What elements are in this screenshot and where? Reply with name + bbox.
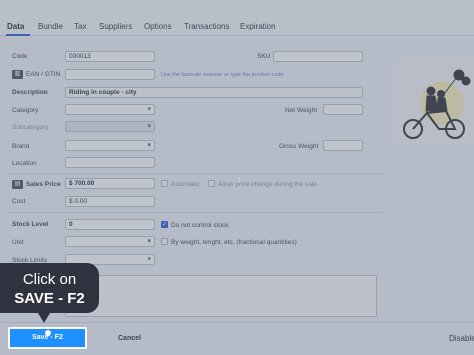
ean-label: EAN / GTIN bbox=[26, 71, 61, 78]
ean-input[interactable] bbox=[65, 69, 155, 80]
gross-weight-label: Gross Weight bbox=[279, 143, 319, 150]
allow-price-change-checkbox[interactable] bbox=[208, 180, 215, 187]
tab-transactions[interactable]: Transactions bbox=[184, 22, 230, 31]
cost-input[interactable]: $ 0.00 bbox=[65, 196, 155, 207]
subcategory-select[interactable] bbox=[65, 121, 155, 132]
text-cursor-indicator: t bbox=[238, 175, 241, 185]
category-select[interactable] bbox=[65, 104, 155, 115]
active-tab-indicator bbox=[6, 34, 30, 36]
sales-price-label: Sales Price bbox=[26, 181, 61, 188]
location-input[interactable] bbox=[65, 157, 155, 168]
net-weight-input[interactable] bbox=[323, 104, 363, 115]
location-label: Location bbox=[12, 160, 37, 167]
description-input[interactable]: Riding in couple - city bbox=[65, 87, 363, 98]
sales-price-input[interactable]: $ 700.00 bbox=[65, 178, 155, 189]
tooltip-line-2: SAVE - F2 bbox=[14, 290, 85, 307]
tooltip-pointer bbox=[38, 313, 50, 323]
cost-label: Cost bbox=[12, 198, 26, 205]
unit-select[interactable] bbox=[65, 236, 155, 247]
section-divider bbox=[8, 212, 383, 213]
automatic-checkbox[interactable] bbox=[161, 180, 168, 187]
allow-price-change-label: Allow price change during the sale bbox=[218, 181, 318, 188]
tab-bar: Data Bundle Tax Suppliers Options Transa… bbox=[0, 0, 474, 36]
section-divider bbox=[8, 173, 383, 174]
fractional-checkbox[interactable] bbox=[161, 238, 168, 245]
tab-suppliers[interactable]: Suppliers bbox=[99, 22, 132, 31]
sku-input[interactable] bbox=[273, 51, 363, 62]
brand-select[interactable] bbox=[65, 140, 155, 151]
tab-tax[interactable]: Tax bbox=[74, 22, 86, 31]
product-image-card[interactable] bbox=[394, 57, 474, 146]
do-not-control-stock-label: Do not control stock bbox=[171, 222, 229, 229]
click-indicator bbox=[45, 330, 51, 336]
stock-level-input[interactable]: 0 bbox=[65, 219, 155, 230]
code-label: Code bbox=[12, 53, 28, 60]
subcategory-label: Subcategory bbox=[12, 124, 49, 131]
tab-options[interactable]: Options bbox=[144, 22, 172, 31]
gross-weight-input[interactable] bbox=[323, 140, 363, 151]
stock-level-label: Stock Level bbox=[12, 221, 49, 228]
description-label: Description bbox=[12, 89, 48, 96]
tutorial-tooltip: Click on SAVE - F2 bbox=[0, 263, 99, 313]
do-not-control-stock-checkbox[interactable]: ✓ bbox=[161, 221, 168, 228]
barcode-icon: ▥ bbox=[12, 70, 23, 79]
automatic-label: Automatic bbox=[171, 181, 200, 188]
code-input[interactable]: 000013 bbox=[65, 51, 155, 62]
disable-button[interactable]: Disable bbox=[449, 334, 474, 343]
brand-label: Brand bbox=[12, 143, 30, 150]
net-weight-label: Net Weight bbox=[285, 107, 318, 114]
notes-textarea[interactable] bbox=[65, 275, 377, 317]
tab-data[interactable]: Data bbox=[7, 22, 24, 31]
tooltip-line-1: Click on bbox=[22, 271, 77, 288]
footer-divider bbox=[0, 322, 474, 323]
tab-expiration[interactable]: Expiration bbox=[240, 22, 276, 31]
category-label: Category bbox=[12, 107, 39, 114]
fractional-label: By weight, lenght, etc. (fractional quan… bbox=[171, 239, 297, 246]
ean-hint: Use the barcode scanner or type the prod… bbox=[161, 72, 284, 78]
unit-label: Unit bbox=[12, 239, 24, 246]
sku-label: SKU bbox=[257, 53, 271, 60]
tab-bundle[interactable]: Bundle bbox=[38, 22, 63, 31]
price-tag-icon: ▤ bbox=[12, 180, 23, 189]
cancel-button[interactable]: Cancel bbox=[118, 335, 141, 342]
product-image bbox=[403, 69, 471, 139]
